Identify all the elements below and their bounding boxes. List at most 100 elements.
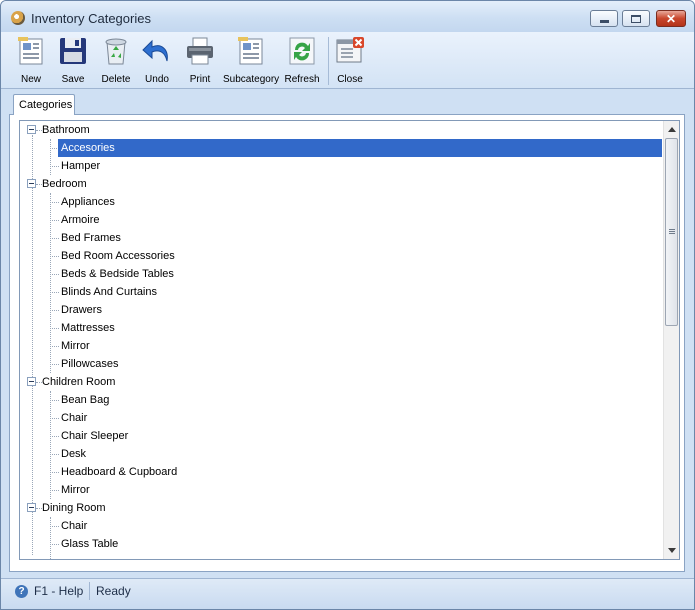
tree-connector <box>50 274 59 276</box>
refresh-icon <box>289 37 315 65</box>
tree-node-bean-bag[interactable]: Bean Bag <box>20 391 663 409</box>
close-icon: ✕ <box>665 11 677 26</box>
tree-connector <box>50 238 59 240</box>
category-tree[interactable]: Bathroom Accesories Hamper Bedroom Appli… <box>19 120 680 560</box>
status-separator <box>89 582 90 600</box>
undo-arrow-icon <box>142 39 168 62</box>
tree-node-bed-frames[interactable]: Bed Frames <box>20 229 663 247</box>
tree-node-accesories[interactable]: Accesories <box>20 139 663 157</box>
collapse-toggle-icon[interactable] <box>27 179 36 188</box>
tree-connector <box>50 526 59 528</box>
close-window-button[interactable]: ✕ <box>656 10 686 27</box>
tree-connector <box>50 220 59 222</box>
tree-node-bedroom[interactable]: Bedroom <box>20 175 663 193</box>
tree-node-bathroom[interactable]: Bathroom <box>20 121 663 139</box>
subcategory-button[interactable]: Subcategory <box>223 34 279 86</box>
tab-categories[interactable]: Categories <box>13 94 75 115</box>
tree-node-bed-room-accessories[interactable]: Bed Room Accessories <box>20 247 663 265</box>
collapse-toggle-icon[interactable] <box>27 377 36 386</box>
tree-node-pillowcases[interactable]: Pillowcases <box>20 355 663 373</box>
tree-connector <box>50 364 59 366</box>
tree-node-hamper[interactable]: Hamper <box>20 157 663 175</box>
tree-node-label: Bed Frames <box>61 232 121 244</box>
window-title: Inventory Categories <box>31 11 151 26</box>
tree-node-label: Armoire <box>61 214 100 226</box>
tree-vertical-scrollbar[interactable] <box>663 121 679 559</box>
tree-node-label: Chair <box>61 412 88 424</box>
tree-node-label: Pillowcases <box>61 358 119 370</box>
tree-node-label: Hamper <box>61 160 101 172</box>
tree-node-label: Bathroom <box>42 124 90 136</box>
tree-node-label: Mattresses <box>61 322 115 334</box>
delete-button[interactable]: Delete <box>97 34 135 86</box>
tree-node-desk[interactable]: Desk <box>20 445 663 463</box>
tree-node-chair-dining[interactable]: Chair <box>20 517 663 535</box>
tree-node-armoire[interactable]: Armoire <box>20 211 663 229</box>
close-button[interactable]: Close <box>332 34 368 86</box>
status-text: Ready <box>96 584 131 598</box>
tree-node-label: Children Room <box>42 376 116 388</box>
tree-node-appliances[interactable]: Appliances <box>20 193 663 211</box>
tree-node-label: Appliances <box>61 196 115 208</box>
app-icon <box>11 11 25 25</box>
help-shortcut-text[interactable]: F1 - Help <box>34 584 83 598</box>
delete-label: Delete <box>101 74 131 85</box>
tree-node-label: Mirror <box>61 484 90 496</box>
title-bar: Inventory Categories ✕ <box>1 1 694 32</box>
tree-connector <box>50 436 59 438</box>
toolbar-separator <box>328 37 329 85</box>
tree-connector <box>50 292 59 294</box>
new-button[interactable]: New <box>11 34 51 86</box>
maximize-icon <box>631 14 641 23</box>
tree-node-mirror-children[interactable]: Mirror <box>20 481 663 499</box>
tree-node-mattresses[interactable]: Mattresses <box>20 319 663 337</box>
save-label: Save <box>61 74 85 85</box>
tree-node-dining-room[interactable]: Dining Room <box>20 499 663 517</box>
scrollbar-thumb[interactable] <box>665 138 678 326</box>
tree-node-label: Glass Table <box>61 538 119 550</box>
new-document-icon <box>18 37 43 65</box>
undo-label: Undo <box>145 74 169 85</box>
minimize-button[interactable] <box>590 10 618 27</box>
close-form-icon <box>336 37 364 63</box>
tree-connector <box>50 400 59 402</box>
tree-node-label: Bedroom <box>42 178 87 190</box>
tree-node-label: Drawers <box>61 304 102 316</box>
help-icon[interactable]: ? <box>15 585 28 598</box>
tree-connector <box>50 472 59 474</box>
tree-node-headboard-cupboard[interactable]: Headboard & Cupboard <box>20 463 663 481</box>
print-label: Print <box>189 74 211 85</box>
save-button[interactable]: Save <box>55 34 91 86</box>
refresh-button[interactable]: Refresh <box>283 34 321 86</box>
tree-node-chair-children[interactable]: Chair <box>20 409 663 427</box>
tree-node-mirror-bedroom[interactable]: Mirror <box>20 337 663 355</box>
minimize-icon <box>599 19 609 23</box>
maximize-button[interactable] <box>622 10 650 27</box>
tree-connector <box>50 454 59 456</box>
tree-node-label: Dining Room <box>42 502 106 514</box>
subcategory-document-icon <box>238 37 263 65</box>
collapse-toggle-icon[interactable] <box>27 125 36 134</box>
tree-connector <box>50 256 59 258</box>
tab-categories-label: Categories <box>19 99 73 111</box>
tree-node-chair-sleeper[interactable]: Chair Sleeper <box>20 427 663 445</box>
tree-connector <box>50 346 59 348</box>
tree-node-glass-table[interactable]: Glass Table <box>20 535 663 553</box>
tree-node-beds-bedside-tables[interactable]: Beds & Bedside Tables <box>20 265 663 283</box>
tree-node-blinds-and-curtains[interactable]: Blinds And Curtains <box>20 283 663 301</box>
collapse-toggle-icon[interactable] <box>27 503 36 512</box>
print-button[interactable]: Print <box>181 34 219 86</box>
undo-button[interactable]: Undo <box>139 34 175 86</box>
tree-node-drawers[interactable]: Drawers <box>20 301 663 319</box>
toolbar: New Save Delete Undo Print Subcategory R… <box>1 32 694 89</box>
tree-connector <box>50 202 59 204</box>
tree-connector <box>50 418 59 420</box>
new-label: New <box>20 74 41 85</box>
thumb-grip <box>669 231 675 232</box>
tree-connector <box>50 544 59 546</box>
scroll-up-arrow-icon[interactable] <box>668 127 676 132</box>
tree-node-children-room[interactable]: Children Room <box>20 373 663 391</box>
floppy-disk-icon <box>60 38 86 64</box>
scroll-down-arrow-icon[interactable] <box>668 548 676 553</box>
subcategory-label: Subcategory <box>223 74 280 85</box>
